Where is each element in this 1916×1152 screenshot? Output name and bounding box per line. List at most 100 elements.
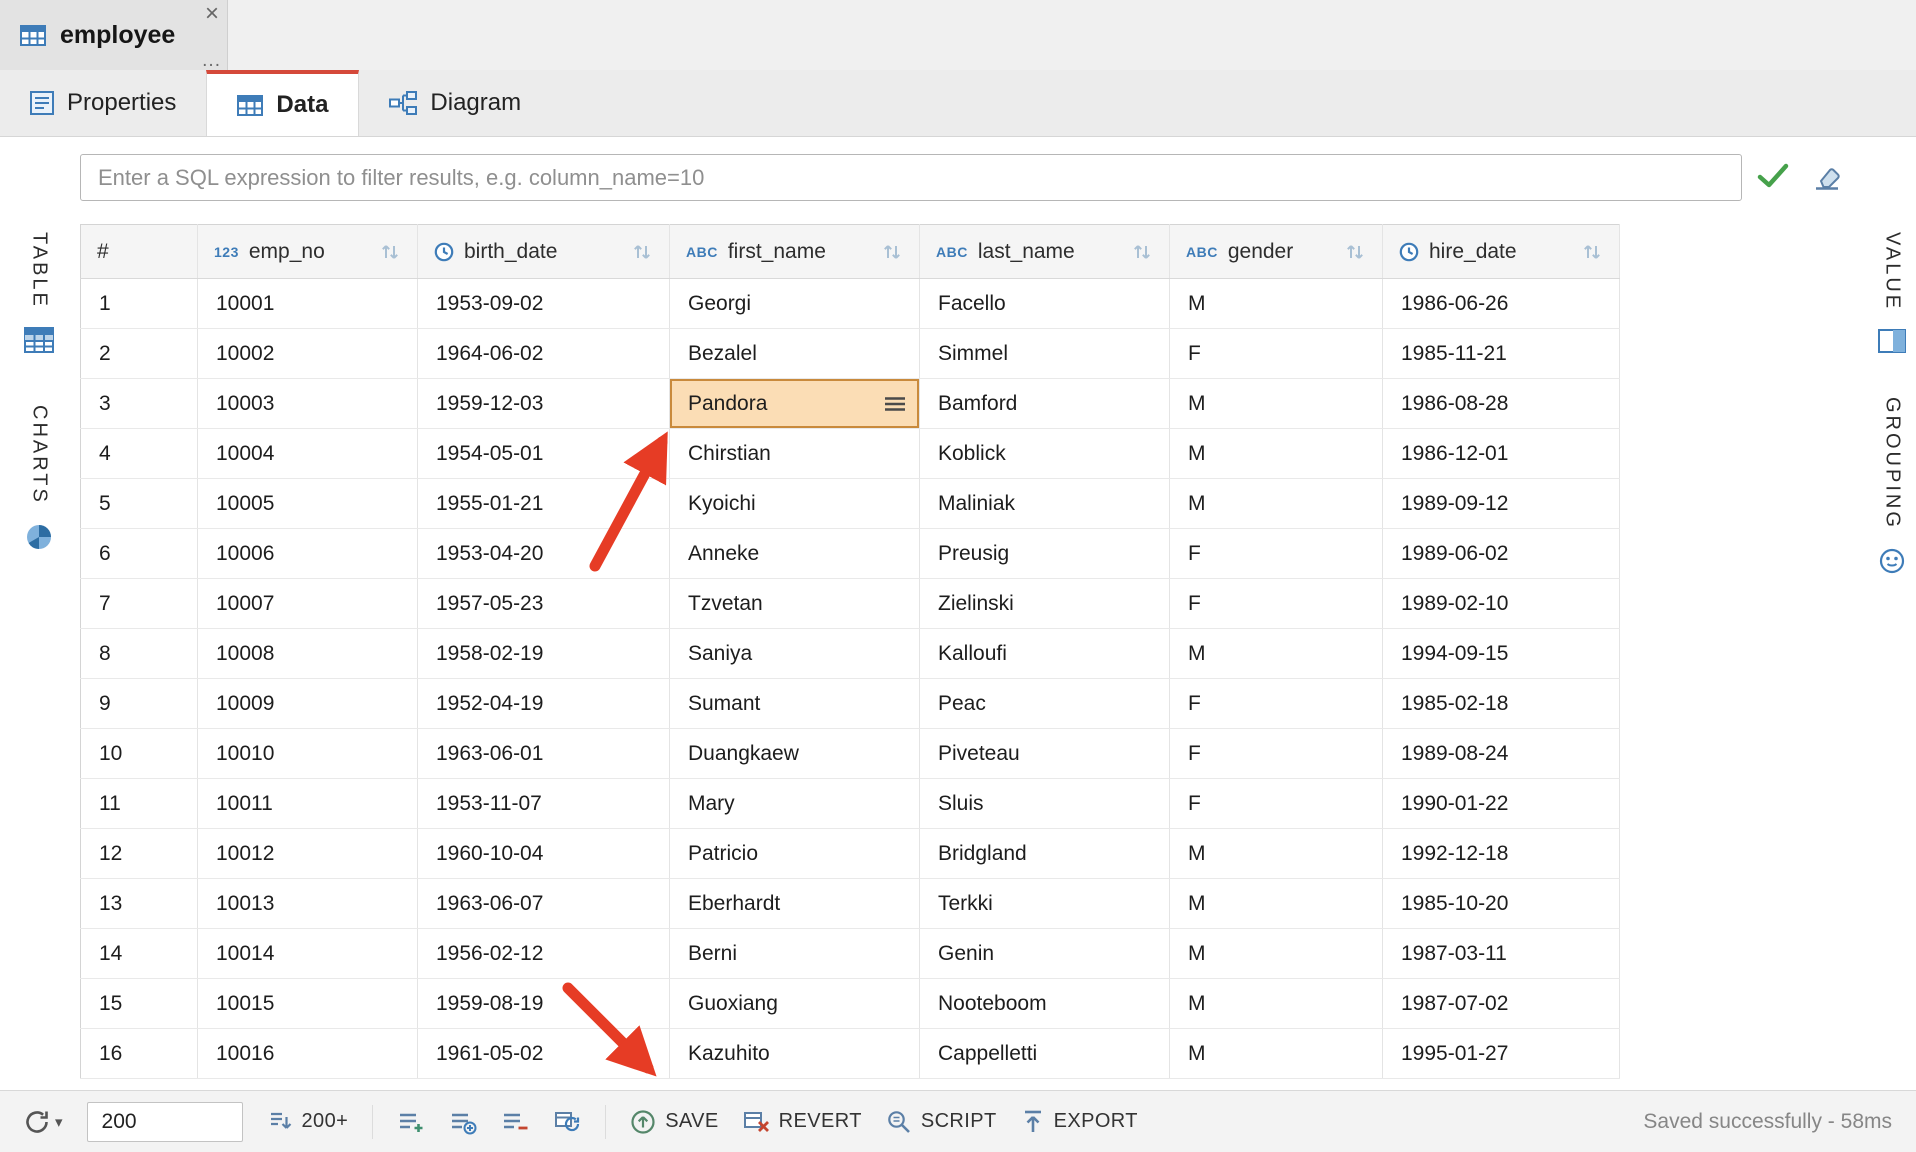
data-cell[interactable]: M: [1170, 1029, 1383, 1079]
data-cell[interactable]: 1986-12-01: [1383, 429, 1620, 479]
data-cell[interactable]: 1953-04-20: [418, 529, 670, 579]
data-cell[interactable]: Terkki: [920, 879, 1170, 929]
data-cell[interactable]: 10002: [198, 329, 418, 379]
tab-overflow-icon[interactable]: ...: [202, 51, 221, 70]
refresh-button[interactable]: ▾: [24, 1109, 63, 1135]
data-cell[interactable]: Saniya: [670, 629, 920, 679]
row-number-cell[interactable]: 9: [81, 679, 198, 729]
data-cell[interactable]: 1956-02-12: [418, 929, 670, 979]
data-cell[interactable]: F: [1170, 579, 1383, 629]
data-cell[interactable]: 1986-08-28: [1383, 379, 1620, 429]
data-cell[interactable]: Sluis: [920, 779, 1170, 829]
data-cell[interactable]: Eberhardt: [670, 879, 920, 929]
row-number-cell[interactable]: 15: [81, 979, 198, 1029]
data-cell[interactable]: M: [1170, 629, 1383, 679]
data-cell[interactable]: 10016: [198, 1029, 418, 1079]
filter-input[interactable]: [80, 154, 1742, 201]
save-button[interactable]: SAVE: [630, 1109, 718, 1135]
column-header-emp-no[interactable]: 123 emp_no: [198, 225, 418, 279]
row-number-cell[interactable]: 5: [81, 479, 198, 529]
data-cell[interactable]: 1989-02-10: [1383, 579, 1620, 629]
apply-filter-icon[interactable]: [1756, 162, 1790, 190]
data-cell[interactable]: 1989-06-02: [1383, 529, 1620, 579]
row-number-cell[interactable]: 14: [81, 929, 198, 979]
data-cell[interactable]: M: [1170, 829, 1383, 879]
data-cell[interactable]: 1955-01-21: [418, 479, 670, 529]
script-button[interactable]: SCRIPT: [886, 1109, 997, 1135]
data-cell[interactable]: 1954-05-01: [418, 429, 670, 479]
data-cell[interactable]: M: [1170, 429, 1383, 479]
sidebar-tab-charts[interactable]: CHARTS: [25, 405, 53, 551]
column-header-hire-date[interactable]: hire_date: [1383, 225, 1620, 279]
sidebar-tab-table[interactable]: TABLE: [24, 232, 54, 353]
clear-filter-eraser-icon[interactable]: [1812, 164, 1842, 191]
data-cell[interactable]: 10009: [198, 679, 418, 729]
data-cell[interactable]: 1953-09-02: [418, 279, 670, 329]
data-cell[interactable]: F: [1170, 679, 1383, 729]
data-cell[interactable]: Kazuhito: [670, 1029, 920, 1079]
data-cell[interactable]: 1990-01-22: [1383, 779, 1620, 829]
data-cell[interactable]: Patricio: [670, 829, 920, 879]
data-cell[interactable]: Berni: [670, 929, 920, 979]
fetch-next-page-button[interactable]: 200+: [267, 1109, 349, 1135]
sort-icon[interactable]: [881, 242, 903, 262]
data-cell[interactable]: 1957-05-23: [418, 579, 670, 629]
data-cell[interactable]: 1985-11-21: [1383, 329, 1620, 379]
sort-icon[interactable]: [631, 242, 653, 262]
column-header-first-name[interactable]: ABC first_name: [670, 225, 920, 279]
row-number-cell[interactable]: 4: [81, 429, 198, 479]
data-cell[interactable]: 1963-06-01: [418, 729, 670, 779]
duplicate-row-icon[interactable]: [449, 1109, 477, 1135]
row-number-header[interactable]: #: [81, 225, 198, 279]
row-number-cell[interactable]: 2: [81, 329, 198, 379]
data-cell[interactable]: 1985-02-18: [1383, 679, 1620, 729]
data-cell[interactable]: 1958-02-19: [418, 629, 670, 679]
fetch-size-input[interactable]: [87, 1102, 243, 1142]
data-cell[interactable]: 1953-11-07: [418, 779, 670, 829]
sort-icon[interactable]: [379, 242, 401, 262]
panel-tab-grouping[interactable]: GROUPING: [1879, 397, 1905, 574]
close-tab-icon[interactable]: ×: [205, 2, 219, 26]
data-cell[interactable]: F: [1170, 729, 1383, 779]
data-cell[interactable]: Bamford: [920, 379, 1170, 429]
data-cell[interactable]: Guoxiang: [670, 979, 920, 1029]
data-cell[interactable]: Genin: [920, 929, 1170, 979]
column-header-birth-date[interactable]: birth_date: [418, 225, 670, 279]
data-cell[interactable]: Bezalel: [670, 329, 920, 379]
data-cell[interactable]: 10010: [198, 729, 418, 779]
column-header-gender[interactable]: ABC gender: [1170, 225, 1383, 279]
tab-properties[interactable]: Properties: [0, 70, 206, 136]
data-cell[interactable]: Georgi: [670, 279, 920, 329]
data-cell[interactable]: Maliniak: [920, 479, 1170, 529]
refresh-grid-icon[interactable]: [553, 1109, 581, 1135]
data-cell[interactable]: Simmel: [920, 329, 1170, 379]
data-cell[interactable]: Tzvetan: [670, 579, 920, 629]
data-cell[interactable]: 1992-12-18: [1383, 829, 1620, 879]
data-cell[interactable]: 10014: [198, 929, 418, 979]
data-cell[interactable]: 10015: [198, 979, 418, 1029]
data-cell[interactable]: Cappelletti: [920, 1029, 1170, 1079]
row-number-cell[interactable]: 13: [81, 879, 198, 929]
row-number-cell[interactable]: 12: [81, 829, 198, 879]
row-number-cell[interactable]: 7: [81, 579, 198, 629]
row-number-cell[interactable]: 6: [81, 529, 198, 579]
data-cell[interactable]: 10001: [198, 279, 418, 329]
data-cell[interactable]: 10008: [198, 629, 418, 679]
revert-button[interactable]: REVERT: [743, 1109, 862, 1135]
row-number-cell[interactable]: 16: [81, 1029, 198, 1079]
data-cell[interactable]: Anneke: [670, 529, 920, 579]
data-cell[interactable]: Preusig: [920, 529, 1170, 579]
add-row-icon[interactable]: [397, 1109, 425, 1135]
data-cell[interactable]: Piveteau: [920, 729, 1170, 779]
data-cell[interactable]: Kalloufi: [920, 629, 1170, 679]
sort-icon[interactable]: [1581, 242, 1603, 262]
data-cell[interactable]: 10007: [198, 579, 418, 629]
editor-tab-employee[interactable]: employee × ...: [0, 0, 228, 70]
data-cell[interactable]: 1987-03-11: [1383, 929, 1620, 979]
data-cell[interactable]: M: [1170, 479, 1383, 529]
row-number-cell[interactable]: 3: [81, 379, 198, 429]
data-cell[interactable]: Chirstian: [670, 429, 920, 479]
data-cell[interactable]: M: [1170, 979, 1383, 1029]
data-cell[interactable]: Koblick: [920, 429, 1170, 479]
data-cell[interactable]: 1963-06-07: [418, 879, 670, 929]
